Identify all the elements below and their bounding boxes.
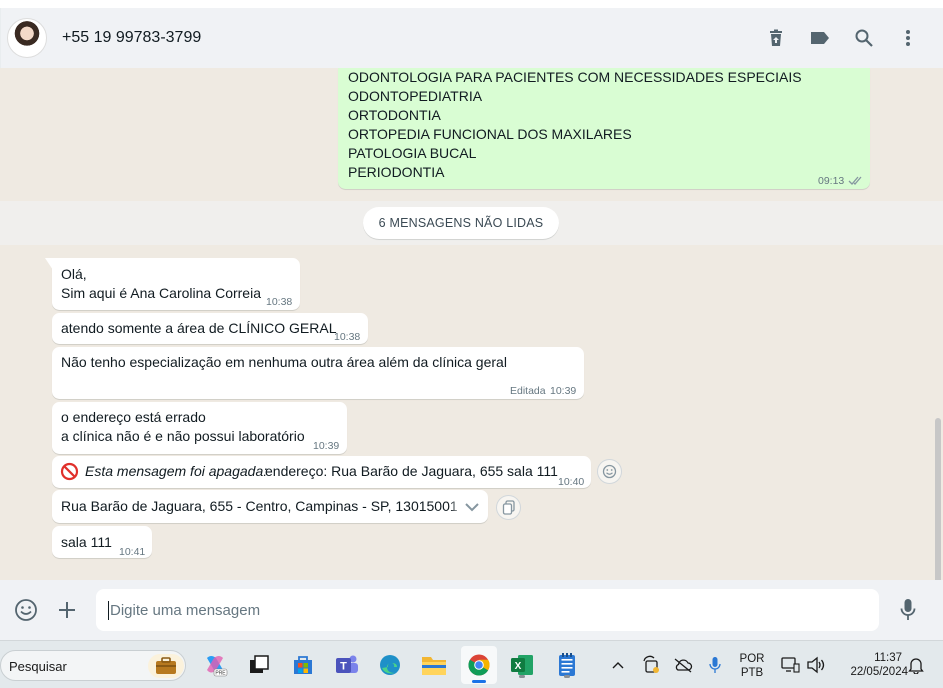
message-line: ODONTOLOGIA PARA PACIENTES COM NECESSIDA… (348, 69, 802, 85)
message-line: ORTOPEDIA FUNCIONAL DOS MAXILARES (348, 126, 632, 142)
taskbar-search-label: Pesquisar (9, 659, 67, 674)
microphone-icon[interactable] (893, 595, 923, 625)
outgoing-message[interactable]: ODONTOLOGIA PARA PACIENTES COM NECESSIDA… (338, 68, 870, 189)
react-button[interactable] (597, 459, 622, 484)
sync-icon[interactable] (637, 651, 665, 679)
chevron-down-icon[interactable] (464, 499, 480, 518)
message-text: atendo somente a área de CLÍNICO GERAL (61, 320, 337, 336)
attach-plus-icon[interactable] (52, 595, 82, 625)
copy-button[interactable] (496, 495, 521, 520)
input-language[interactable]: POR PTB (734, 652, 770, 680)
message-text: sala 111 (61, 534, 112, 550)
message-line: o endereço está errado (61, 409, 206, 425)
task-view-icon[interactable] (245, 651, 273, 679)
message-line: Sim aqui é Ana Carolina Correia (61, 285, 261, 301)
message-composer (0, 580, 943, 640)
message-time: 10:40 (558, 476, 585, 488)
language-label: POR (739, 653, 765, 665)
message-line: ODONTOPEDIATRIA (348, 88, 483, 104)
message-text: Não tenho especialização em nenhuma outr… (61, 354, 507, 370)
message-time: 10:39 (550, 385, 577, 397)
microphone-tray-icon[interactable] (701, 651, 729, 679)
chrome-icon[interactable] (461, 646, 497, 684)
running-indicator (519, 675, 525, 678)
message-time: 09:13 (818, 175, 845, 187)
contact-avatar[interactable] (7, 18, 47, 58)
message-text: endereço: Rua Barão de Jaguara, 655 sala… (265, 463, 558, 479)
incoming-message[interactable]: Rua Barão de Jaguara, 655 - Centro, Camp… (52, 490, 488, 523)
incoming-message-deleted[interactable]: Esta mensagem foi apagada: endereço: Rua… (52, 456, 591, 488)
file-explorer-icon[interactable] (420, 651, 448, 679)
chat-header: +55 19 99783-3799 (0, 8, 943, 68)
network-icon[interactable] (776, 651, 804, 679)
incoming-message[interactable]: o endereço está errado a clínica não é e… (52, 402, 347, 454)
excel-icon[interactable]: X (508, 651, 536, 679)
notepad-icon[interactable] (553, 651, 581, 679)
svg-text:T: T (340, 661, 347, 673)
incoming-message[interactable]: Olá, Sim aqui é Ana Carolina Correia 10:… (45, 258, 300, 310)
taskbar-search[interactable]: Pesquisar (0, 650, 186, 681)
window-top-strip (0, 0, 943, 8)
label-icon[interactable] (798, 16, 842, 60)
menu-icon[interactable] (886, 16, 930, 60)
message-time: 10:38 (266, 296, 293, 308)
incoming-message[interactable]: atendo somente a área de CLÍNICO GERAL 1… (52, 313, 368, 344)
message-input[interactable] (96, 589, 879, 631)
clock-date: 22/05/2024 (850, 666, 908, 678)
keyboard-layout-label: PTB (740, 667, 764, 679)
incoming-message[interactable]: sala 111 10:41 (52, 526, 152, 558)
contact-name[interactable]: +55 19 99783-3799 (62, 29, 754, 47)
message-text: Rua Barão de Jaguara, 655 - Centro, Camp… (61, 498, 458, 514)
windows-taskbar: Pesquisar PRE T X POR PTB 11:37 22/05/20… (0, 640, 943, 688)
notifications-bell-icon[interactable] (902, 651, 930, 679)
emoji-icon (602, 464, 617, 479)
message-line: ORTODONTIA (348, 107, 441, 123)
chevron-up-icon[interactable] (604, 651, 632, 679)
bubble-tail (45, 258, 53, 270)
archive-icon[interactable] (754, 16, 798, 60)
copilot-icon[interactable]: PRE (201, 651, 229, 679)
message-line: a clínica não é e não possui laboratório (61, 428, 305, 444)
emoji-icon[interactable] (11, 595, 41, 625)
teams-icon[interactable]: T (333, 651, 361, 679)
cloud-offline-icon[interactable] (669, 651, 697, 679)
deleted-label: Esta mensagem foi apagada: (85, 463, 268, 479)
unread-messages-badge: 6 MENSAGENS NÃO LIDAS (363, 207, 559, 239)
clock-time: 11:37 (874, 652, 902, 664)
briefcase-icon (148, 654, 184, 678)
copy-icon (502, 500, 515, 515)
svg-text:X: X (515, 661, 522, 672)
message-line: Olá, (61, 266, 87, 282)
volume-icon[interactable] (802, 651, 830, 679)
chat-scrollbar[interactable] (935, 418, 941, 580)
microsoft-store-icon[interactable] (289, 651, 317, 679)
active-app-indicator (472, 680, 486, 683)
text-caret (108, 601, 109, 620)
svg-text:PRE: PRE (215, 671, 226, 677)
incoming-message[interactable]: Não tenho especialização em nenhuma outr… (52, 347, 584, 399)
edited-label: Editada (510, 385, 546, 397)
chat-area[interactable]: ODONTOLOGIA PARA PACIENTES COM NECESSIDA… (0, 68, 943, 580)
system-clock[interactable]: 11:37 22/05/2024 (832, 651, 908, 679)
read-receipt-icon (848, 172, 864, 191)
message-time: 10:41 (119, 546, 146, 558)
message-time: 10:39 (313, 440, 340, 452)
message-time: 10:38 (334, 331, 361, 343)
running-indicator (564, 675, 570, 678)
message-line: PERIODONTIA (348, 164, 445, 180)
edge-icon[interactable] (376, 651, 404, 679)
deleted-icon (60, 462, 79, 486)
message-line: PATOLOGIA BUCAL (348, 145, 477, 161)
search-icon[interactable] (842, 16, 886, 60)
